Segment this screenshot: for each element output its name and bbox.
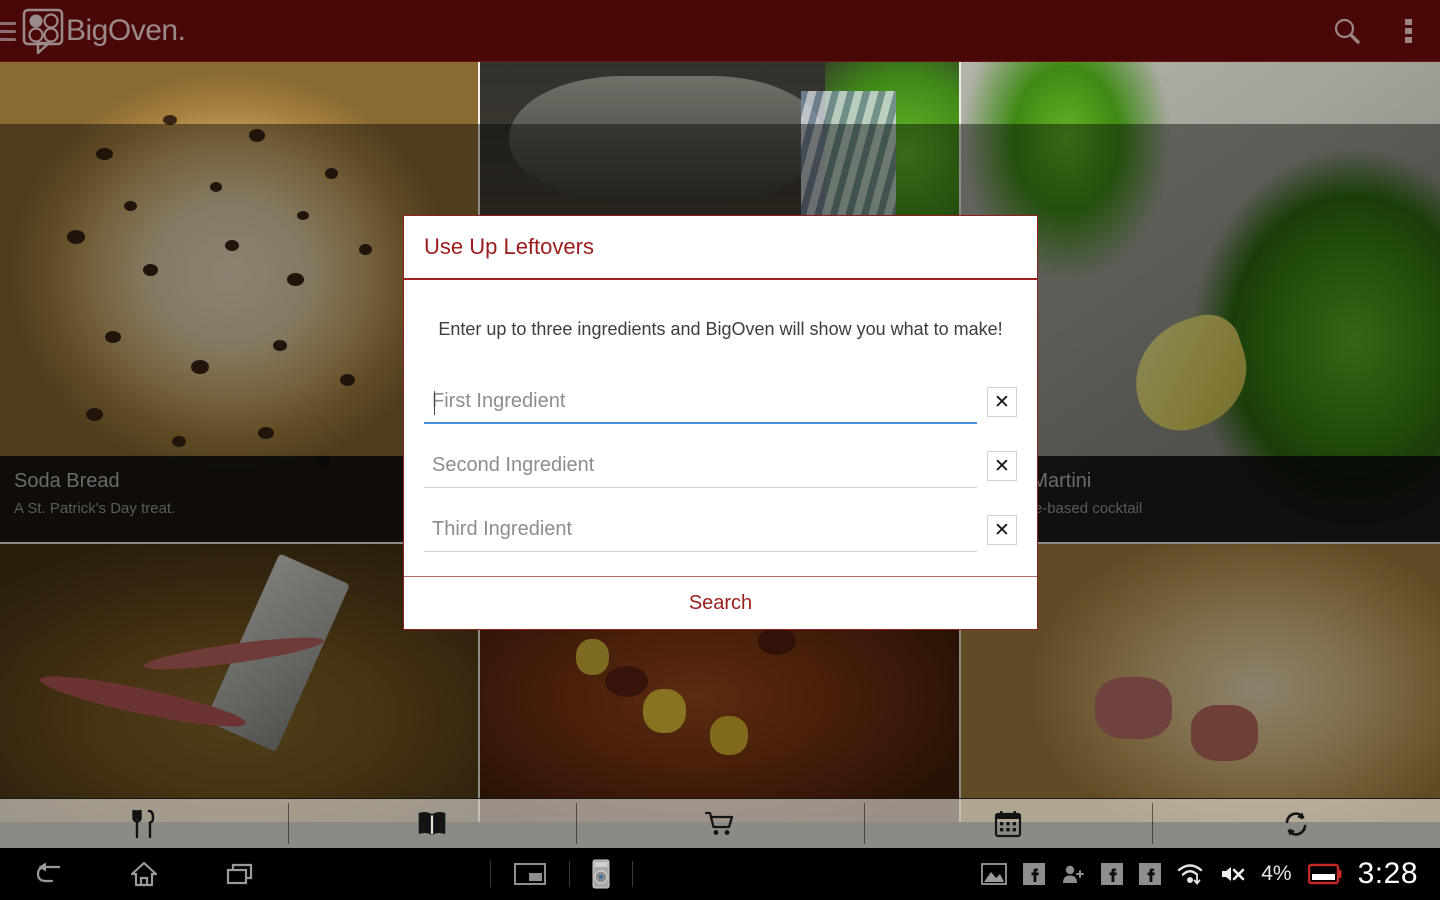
mute-vibrate-off-icon[interactable] bbox=[1219, 862, 1245, 886]
brand-name: BigOven bbox=[66, 14, 178, 48]
ingredient-field-row-2: ✕ bbox=[424, 448, 1017, 488]
android-system-bar: 4% 3:28 bbox=[0, 848, 1440, 900]
overflow-menu-button[interactable] bbox=[1378, 0, 1440, 62]
dialog-title: Use Up Leftovers bbox=[424, 234, 594, 260]
first-ingredient-wrap bbox=[424, 384, 977, 424]
first-ingredient-input[interactable] bbox=[424, 384, 977, 424]
ingredient-fields: ✕ ✕ ✕ bbox=[424, 384, 1017, 552]
text-caret bbox=[434, 391, 435, 415]
home-icon bbox=[129, 860, 159, 888]
media-device-button[interactable] bbox=[592, 859, 610, 889]
ingredient-field-row-3: ✕ bbox=[424, 512, 1017, 552]
ingredient-field-row-1: ✕ bbox=[424, 384, 1017, 424]
search-submit-button[interactable]: Search bbox=[689, 592, 752, 615]
wifi-icon[interactable] bbox=[1177, 863, 1203, 885]
clear-third-ingredient-button[interactable]: ✕ bbox=[987, 515, 1017, 545]
clear-first-ingredient-button[interactable]: ✕ bbox=[987, 387, 1017, 417]
dialog-header: Use Up Leftovers bbox=[404, 216, 1037, 280]
search-button[interactable] bbox=[1316, 0, 1378, 62]
brand-logo[interactable]: BigOven . bbox=[22, 8, 186, 54]
overflow-menu-icon bbox=[1405, 16, 1413, 46]
recents-icon bbox=[225, 861, 255, 887]
shopping-cart-icon bbox=[705, 811, 735, 837]
divider bbox=[569, 861, 570, 887]
facebook-icon[interactable] bbox=[1101, 863, 1123, 885]
search-icon bbox=[1332, 16, 1362, 46]
screen-root: BigOven . bbox=[0, 0, 1440, 900]
divider bbox=[632, 861, 633, 887]
dialog-message: Enter up to three ingredients and BigOve… bbox=[424, 316, 1017, 342]
picture-in-picture-icon bbox=[513, 861, 547, 887]
media-device-icon bbox=[592, 859, 610, 889]
back-icon bbox=[32, 861, 64, 887]
tab-menu-planner[interactable] bbox=[864, 799, 1152, 848]
screenshot-image-icon[interactable] bbox=[981, 863, 1007, 885]
dialog-body: Enter up to three ingredients and BigOve… bbox=[404, 280, 1037, 576]
bigoven-stove-logo-icon bbox=[22, 8, 66, 54]
sync-loop-icon bbox=[1282, 810, 1310, 838]
calendar-icon bbox=[994, 810, 1022, 838]
open-book-icon bbox=[417, 811, 447, 837]
clear-second-ingredient-button[interactable]: ✕ bbox=[987, 451, 1017, 481]
back-button[interactable] bbox=[28, 854, 68, 894]
bottom-tab-bar bbox=[0, 798, 1440, 848]
app-bar: BigOven . bbox=[0, 0, 1440, 62]
battery-percent: 4% bbox=[1261, 862, 1291, 886]
fork-knife-icon bbox=[131, 809, 157, 839]
system-bar-middle bbox=[490, 859, 633, 889]
low-battery-icon[interactable] bbox=[1308, 863, 1342, 885]
system-status-icons: 4% 3:28 bbox=[981, 857, 1418, 891]
third-ingredient-wrap bbox=[424, 512, 977, 552]
third-ingredient-input[interactable] bbox=[424, 512, 977, 552]
second-ingredient-wrap bbox=[424, 448, 977, 488]
recents-button[interactable] bbox=[220, 854, 260, 894]
brand-dot: . bbox=[178, 14, 186, 48]
home-button[interactable] bbox=[124, 854, 164, 894]
dialog-footer: Search bbox=[404, 576, 1037, 629]
tab-grocery-list[interactable] bbox=[576, 799, 864, 848]
system-clock: 3:28 bbox=[1358, 857, 1418, 891]
tab-cookbook[interactable] bbox=[288, 799, 576, 848]
person-add-icon[interactable] bbox=[1061, 863, 1085, 885]
divider bbox=[490, 861, 491, 887]
hamburger-menu-icon[interactable] bbox=[0, 22, 16, 41]
facebook-icon[interactable] bbox=[1139, 863, 1161, 885]
use-up-leftovers-dialog: Use Up Leftovers Enter up to three ingre… bbox=[403, 215, 1038, 630]
second-ingredient-input[interactable] bbox=[424, 448, 977, 488]
picture-in-picture-button[interactable] bbox=[513, 861, 547, 887]
android-nav-buttons bbox=[28, 854, 260, 894]
tab-sync[interactable] bbox=[1152, 799, 1440, 848]
tab-recipes[interactable] bbox=[0, 799, 288, 848]
facebook-icon[interactable] bbox=[1023, 863, 1045, 885]
